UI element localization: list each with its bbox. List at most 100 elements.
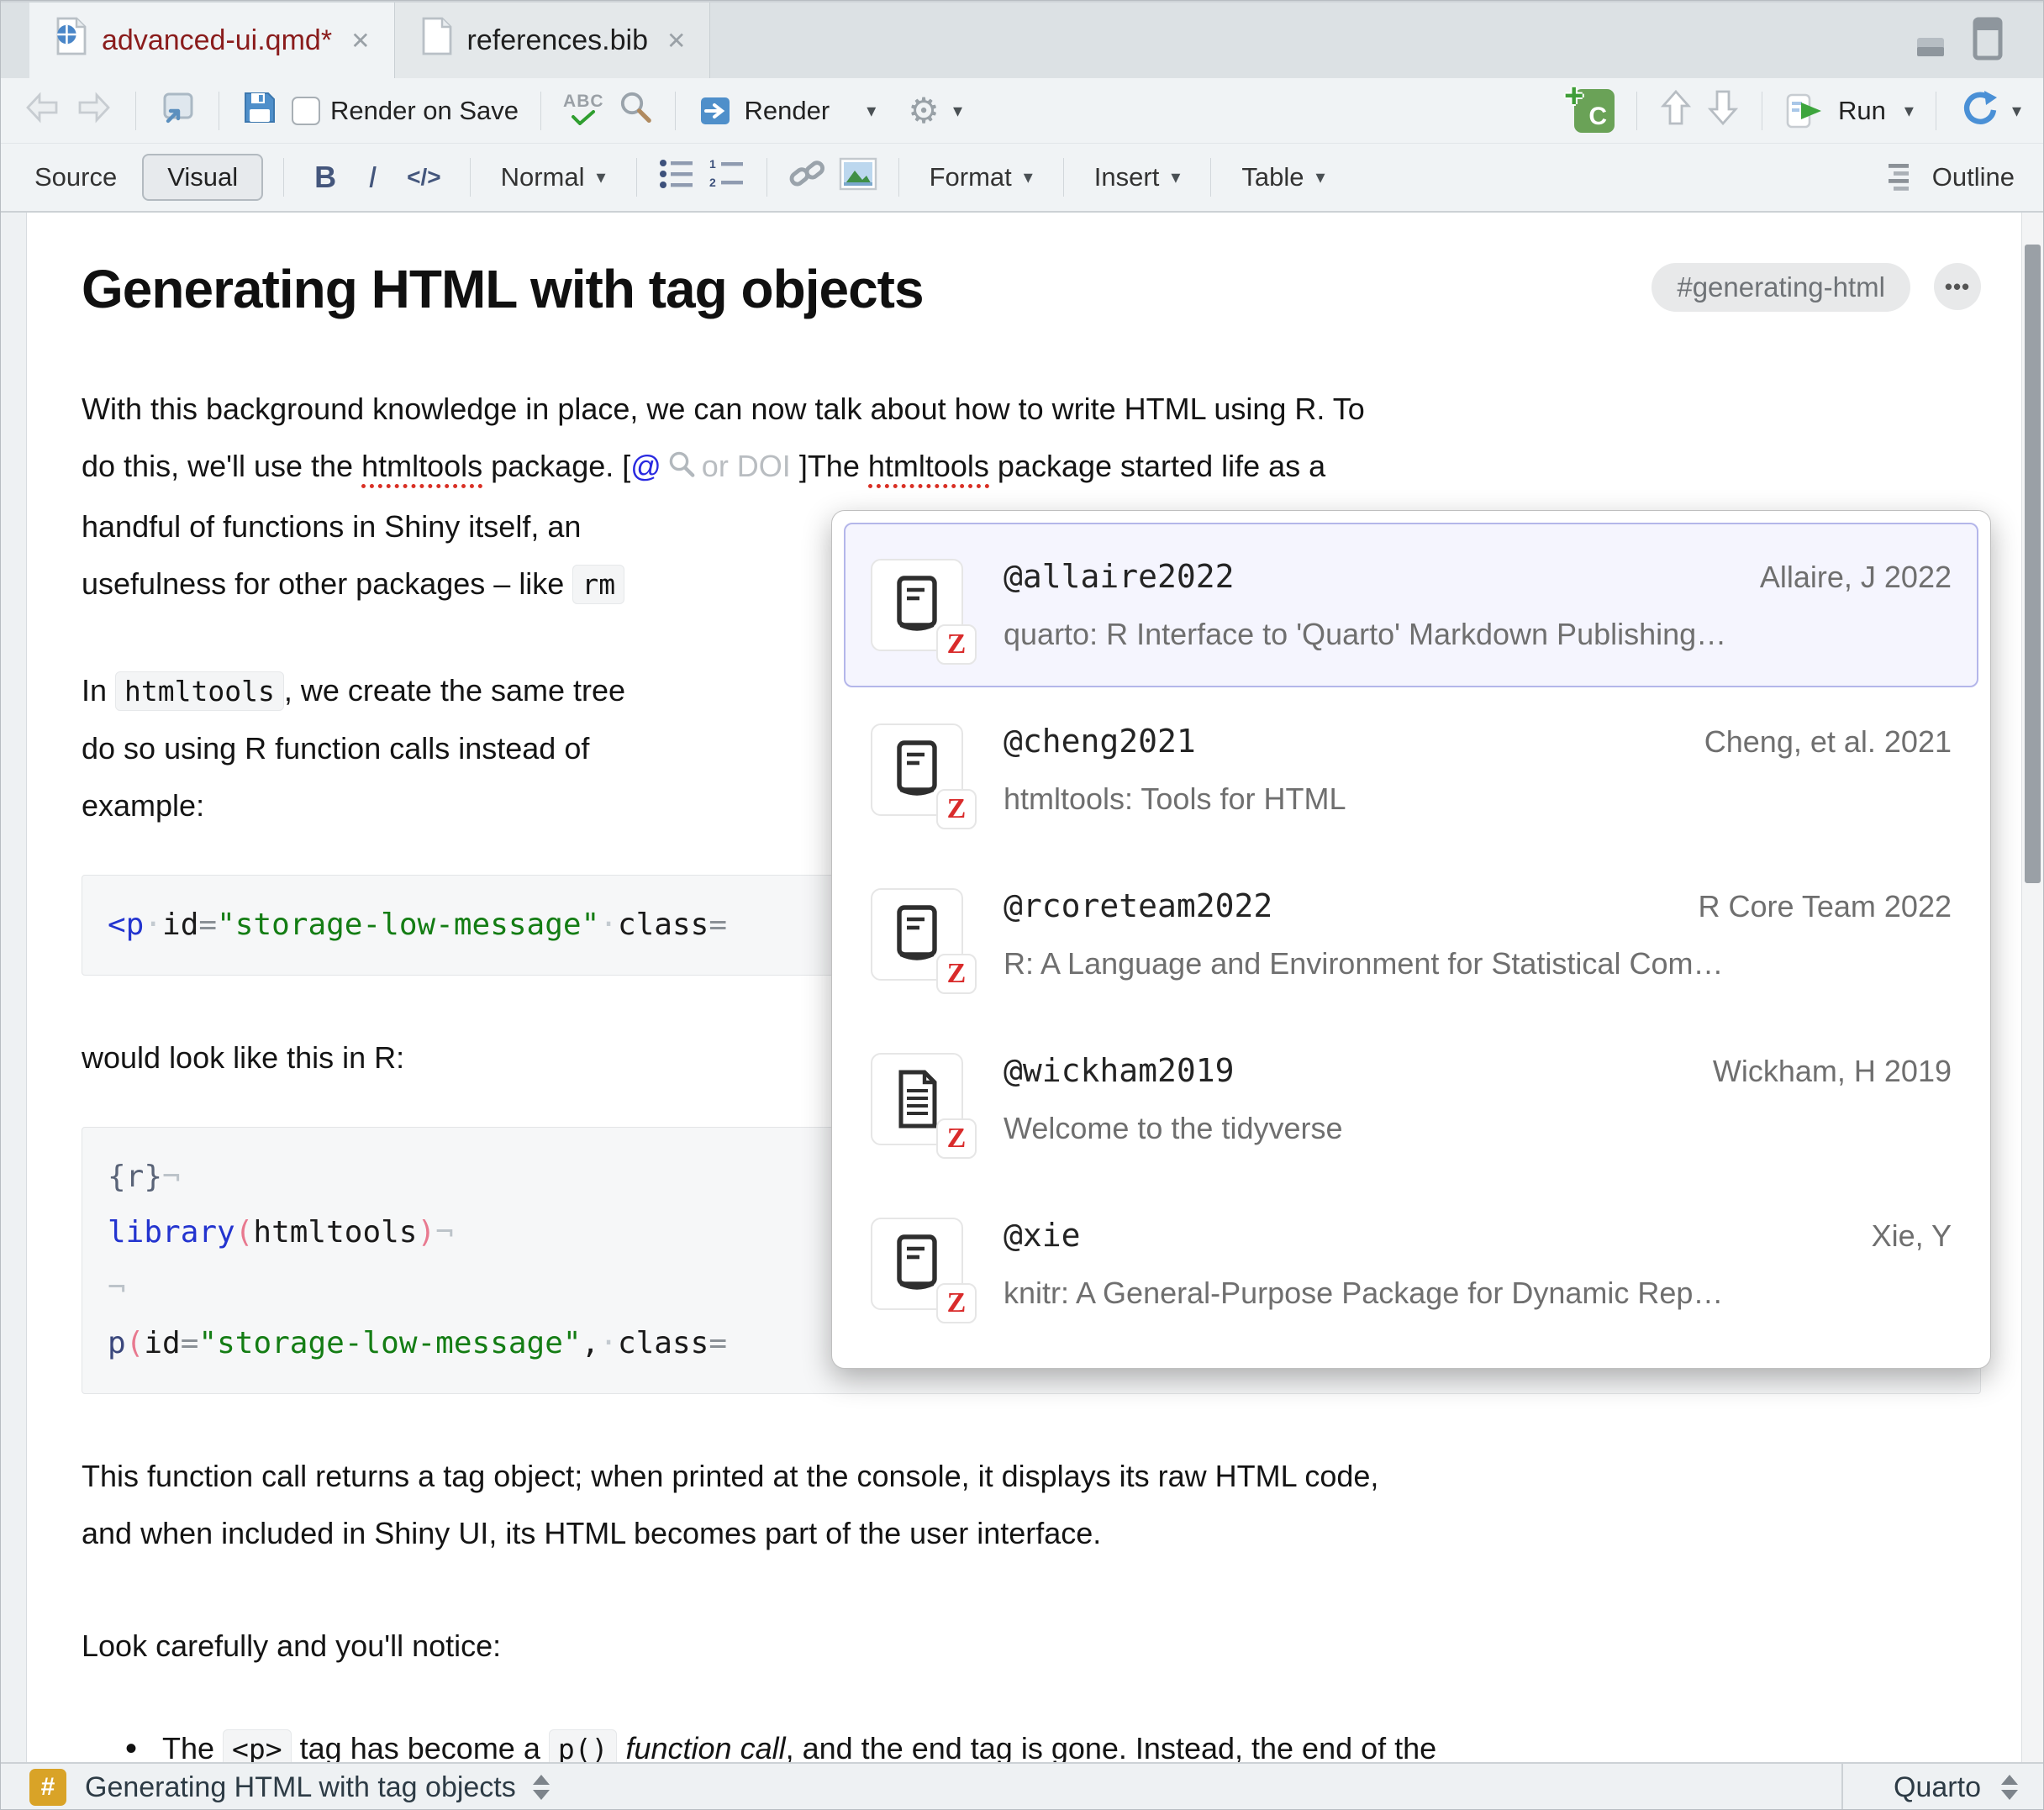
search-icon[interactable] xyxy=(618,90,653,132)
misspelled-word: htmltools xyxy=(361,449,482,488)
maximize-icon[interactable] xyxy=(1969,16,2006,66)
forward-icon[interactable] xyxy=(75,90,113,132)
tab-references-bib[interactable]: references.bib ✕ xyxy=(395,3,711,78)
citation-at-token: @ xyxy=(630,449,661,483)
numbered-list-icon[interactable]: 12 xyxy=(708,156,746,198)
section-menu-button[interactable]: ••• xyxy=(1934,263,1981,310)
image-icon[interactable] xyxy=(838,156,878,198)
citation-title: Welcome to the tidyverse xyxy=(1004,1111,1952,1146)
svg-text:2: 2 xyxy=(709,176,716,189)
scrollbar-thumb[interactable] xyxy=(2025,245,2041,883)
outline-label: Outline xyxy=(1932,162,2015,192)
chevron-down-icon: ▾ xyxy=(1171,166,1180,188)
insert-chunk-icon[interactable]: + C xyxy=(1574,89,1615,133)
source-mode-button[interactable]: Source xyxy=(29,162,130,192)
close-icon[interactable]: ✕ xyxy=(666,27,686,55)
file-icon xyxy=(419,16,454,66)
format-menu[interactable]: Format ▾ xyxy=(919,162,1043,192)
save-icon[interactable] xyxy=(241,89,278,133)
citation-placeholder: or DOI xyxy=(702,449,791,483)
tab-advanced-ui-qmd[interactable]: advanced-ui.qmd* ✕ xyxy=(29,3,395,78)
mode-label: Quarto xyxy=(1894,1771,1981,1804)
format-toolbar: Source Visual B I </> Normal ▾ 12 Format… xyxy=(1,144,2043,213)
citation-author: Wickham, H 2019 xyxy=(1713,1054,1952,1089)
tab-label: references.bib xyxy=(467,24,648,57)
outline-toggle[interactable]: Outline xyxy=(1887,162,2015,192)
citation-id: @xie xyxy=(1004,1217,1081,1254)
book-icon: Z xyxy=(871,559,963,651)
rstudio-editor-pane: advanced-ui.qmd* ✕ references.bib ✕ xyxy=(0,0,2044,1810)
document-mode-selector[interactable]: Quarto xyxy=(1841,1764,2043,1810)
citation-author: Xie, Y xyxy=(1872,1218,1952,1254)
citation-title: htmltools: Tools for HTML xyxy=(1004,781,1952,817)
render-on-save-checkbox[interactable] xyxy=(292,97,320,125)
popout-window-icon[interactable] xyxy=(158,89,197,133)
run-previous-icon[interactable] xyxy=(1659,88,1693,134)
citation-item[interactable]: Z @cheng2021 Cheng, et al. 2021 htmltools… xyxy=(844,687,1978,852)
visual-mode-button[interactable]: Visual xyxy=(142,154,263,201)
table-menu[interactable]: Table ▾ xyxy=(1231,162,1335,192)
tab-bar: advanced-ui.qmd* ✕ references.bib ✕ xyxy=(1,1,2043,78)
citation-item[interactable]: Z @rcoreteam2022R Core Team 2022 R: A La… xyxy=(844,852,1978,1017)
bullet-icon: • xyxy=(125,1720,162,1762)
render-dropdown-icon[interactable]: ▾ xyxy=(867,100,876,122)
inline-code: rm xyxy=(572,565,624,604)
close-icon[interactable]: ✕ xyxy=(350,27,370,55)
run-next-icon[interactable] xyxy=(1706,88,1740,134)
book-icon: Z xyxy=(871,723,963,816)
run-label: Run xyxy=(1838,96,1886,126)
citation-item[interactable]: Z @wickham2019 Wickham, H 2019 Welcome to… xyxy=(844,1017,1978,1181)
inline-code: p() xyxy=(549,1729,618,1762)
citation-completion-popup: Z @allaire2022 Allaire, J 2022 quarto: R … xyxy=(831,510,1991,1369)
misspelled-word: htmltools xyxy=(868,449,989,488)
source-refresh-icon[interactable] xyxy=(1958,89,1999,133)
section-updown-icon[interactable] xyxy=(533,1775,550,1800)
chevron-down-icon: ▾ xyxy=(1024,166,1033,188)
zotero-icon: Z xyxy=(936,1118,977,1159)
section-navigator[interactable]: Generating HTML with tag objects xyxy=(85,1771,516,1804)
citation-title: knitr: A General-Purpose Package for Dyn… xyxy=(1004,1276,1952,1311)
book-icon: Z xyxy=(871,888,963,981)
book-icon: Z xyxy=(871,1218,963,1310)
link-icon[interactable] xyxy=(788,155,826,200)
run-dropdown-icon[interactable]: ▾ xyxy=(1904,100,1914,122)
editor-content: Generating HTML with tag objects #genera… xyxy=(1,213,2043,1762)
zotero-icon: Z xyxy=(936,1283,977,1323)
list-item: • The <p> tag has become a p() function … xyxy=(82,1720,2021,1762)
citation-id: @cheng2021 xyxy=(1004,723,1196,760)
bold-button[interactable]: B xyxy=(304,160,346,195)
refresh-dropdown-icon[interactable]: ▾ xyxy=(2012,100,2021,122)
citation-item[interactable]: Z @xie Xie, Y knitr: A General-Purpose Pa… xyxy=(844,1181,1978,1346)
minimize-icon[interactable] xyxy=(1914,24,1952,66)
citation-title: quarto: R Interface to 'Quarto' Markdown… xyxy=(1004,617,1952,652)
paragraph-style-dropdown[interactable]: Normal ▾ xyxy=(491,162,616,192)
italic-button[interactable]: I xyxy=(358,160,387,195)
back-icon[interactable] xyxy=(23,90,61,132)
zotero-icon: Z xyxy=(936,624,977,665)
main-toolbar: Render on Save ABC Render ▾ ⚙ ▾ + C xyxy=(1,78,2043,144)
citation-title: R: A Language and Environment for Statis… xyxy=(1004,946,1952,981)
render-on-save-toggle[interactable]: Render on Save xyxy=(292,96,519,126)
insert-menu[interactable]: Insert ▾ xyxy=(1084,162,1191,192)
paragraph-5: Look carefully and you'll notice: xyxy=(82,1618,2021,1675)
run-button[interactable]: Run ▾ xyxy=(1784,92,1914,130)
citation-id: @rcoreteam2022 xyxy=(1004,887,1272,924)
page-title: Generating HTML with tag objects xyxy=(82,258,1652,320)
citation-author: Cheng, et al. 2021 xyxy=(1704,724,1952,760)
spellcheck-icon[interactable]: ABC xyxy=(563,92,604,125)
bullet-list-icon[interactable] xyxy=(657,156,696,198)
citation-id: @allaire2022 xyxy=(1004,558,1235,595)
citation-author: Allaire, J 2022 xyxy=(1760,560,1952,595)
citation-id: @wickham2019 xyxy=(1004,1052,1235,1089)
code-button[interactable]: </> xyxy=(398,164,449,191)
citation-item[interactable]: Z @allaire2022 Allaire, J 2022 quarto: R … xyxy=(844,523,1978,687)
editor-gutter xyxy=(1,213,27,1762)
render-on-save-label: Render on Save xyxy=(330,96,519,126)
gear-icon[interactable]: ⚙ xyxy=(908,93,940,129)
inline-code: <p> xyxy=(223,1729,292,1762)
settings-dropdown-icon[interactable]: ▾ xyxy=(953,100,962,122)
render-button[interactable]: Render xyxy=(698,94,830,128)
vertical-scrollbar[interactable] xyxy=(2021,213,2043,1762)
chevron-down-icon: ▾ xyxy=(597,166,606,188)
heading-level-icon: # xyxy=(29,1769,66,1806)
